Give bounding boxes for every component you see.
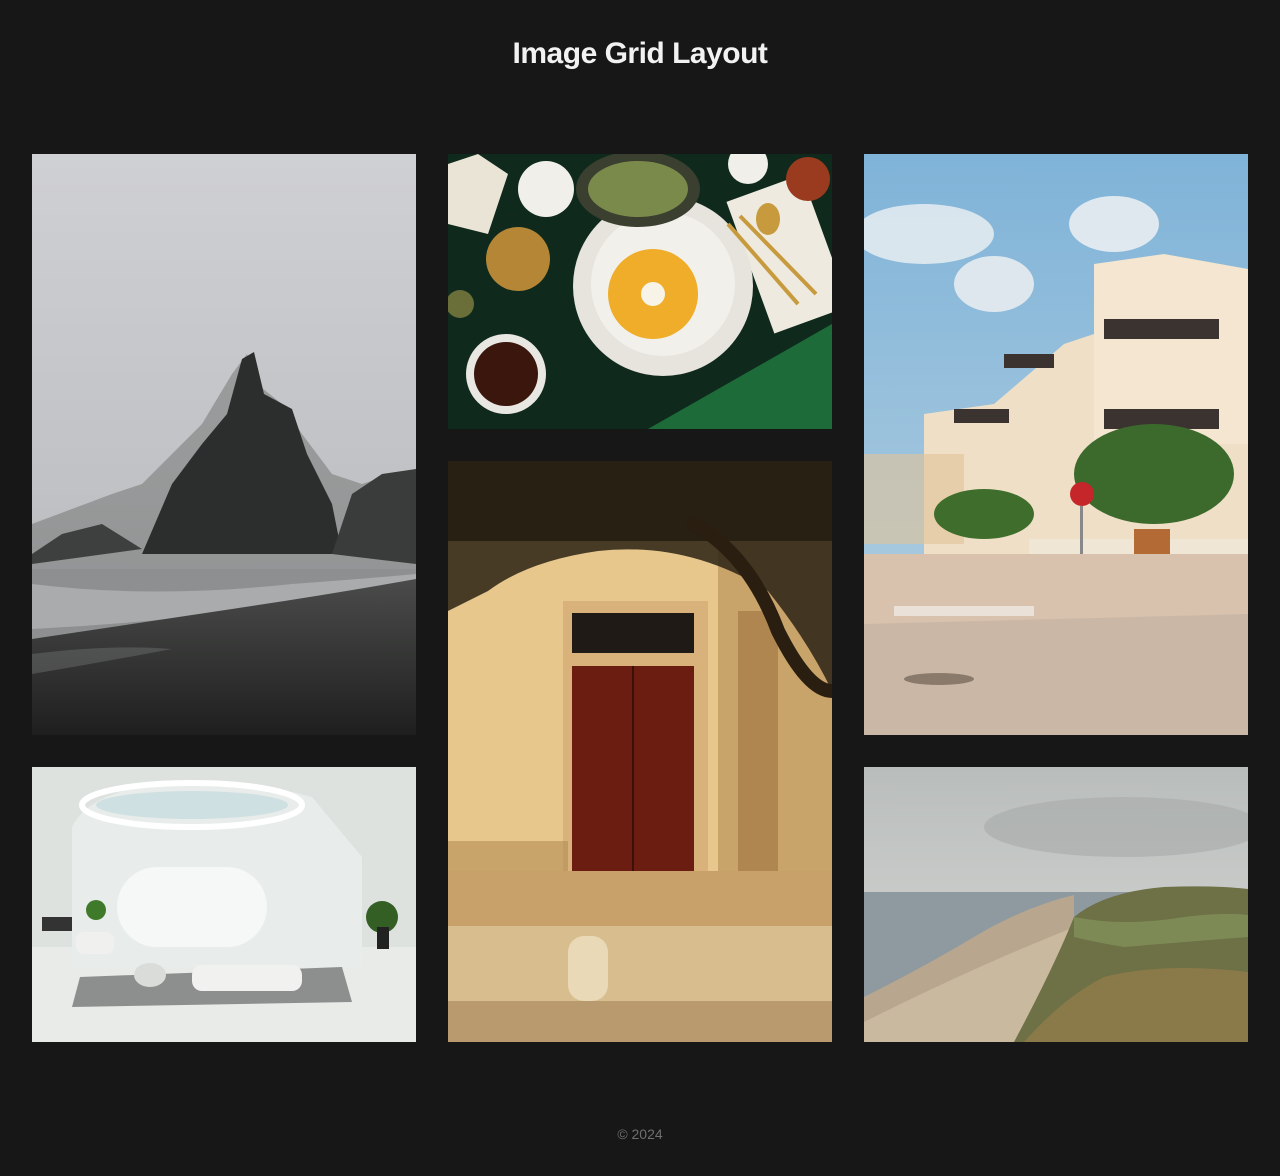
grid-image-seaside-apartments[interactable] [864, 154, 1248, 735]
page: Image Grid Layout © 2024 [0, 0, 1280, 1176]
grid-image-coastal-dunes[interactable] [864, 767, 1248, 1042]
grid-image-red-door[interactable] [448, 461, 832, 1042]
seaside-apartments-image [864, 154, 1248, 735]
grid-image-white-living-room[interactable] [32, 767, 416, 1042]
white-living-room-image [32, 767, 416, 1042]
coastal-dunes-image [864, 767, 1248, 1042]
foggy-sea-stack-image [32, 154, 416, 735]
grid-image-foggy-sea-stack[interactable] [32, 154, 416, 735]
page-title: Image Grid Layout [512, 37, 768, 70]
grid-image-table-setting[interactable] [448, 154, 832, 429]
table-setting-image [448, 154, 832, 429]
footer-copyright: © 2024 [617, 1126, 663, 1142]
red-door-image [448, 461, 832, 1042]
